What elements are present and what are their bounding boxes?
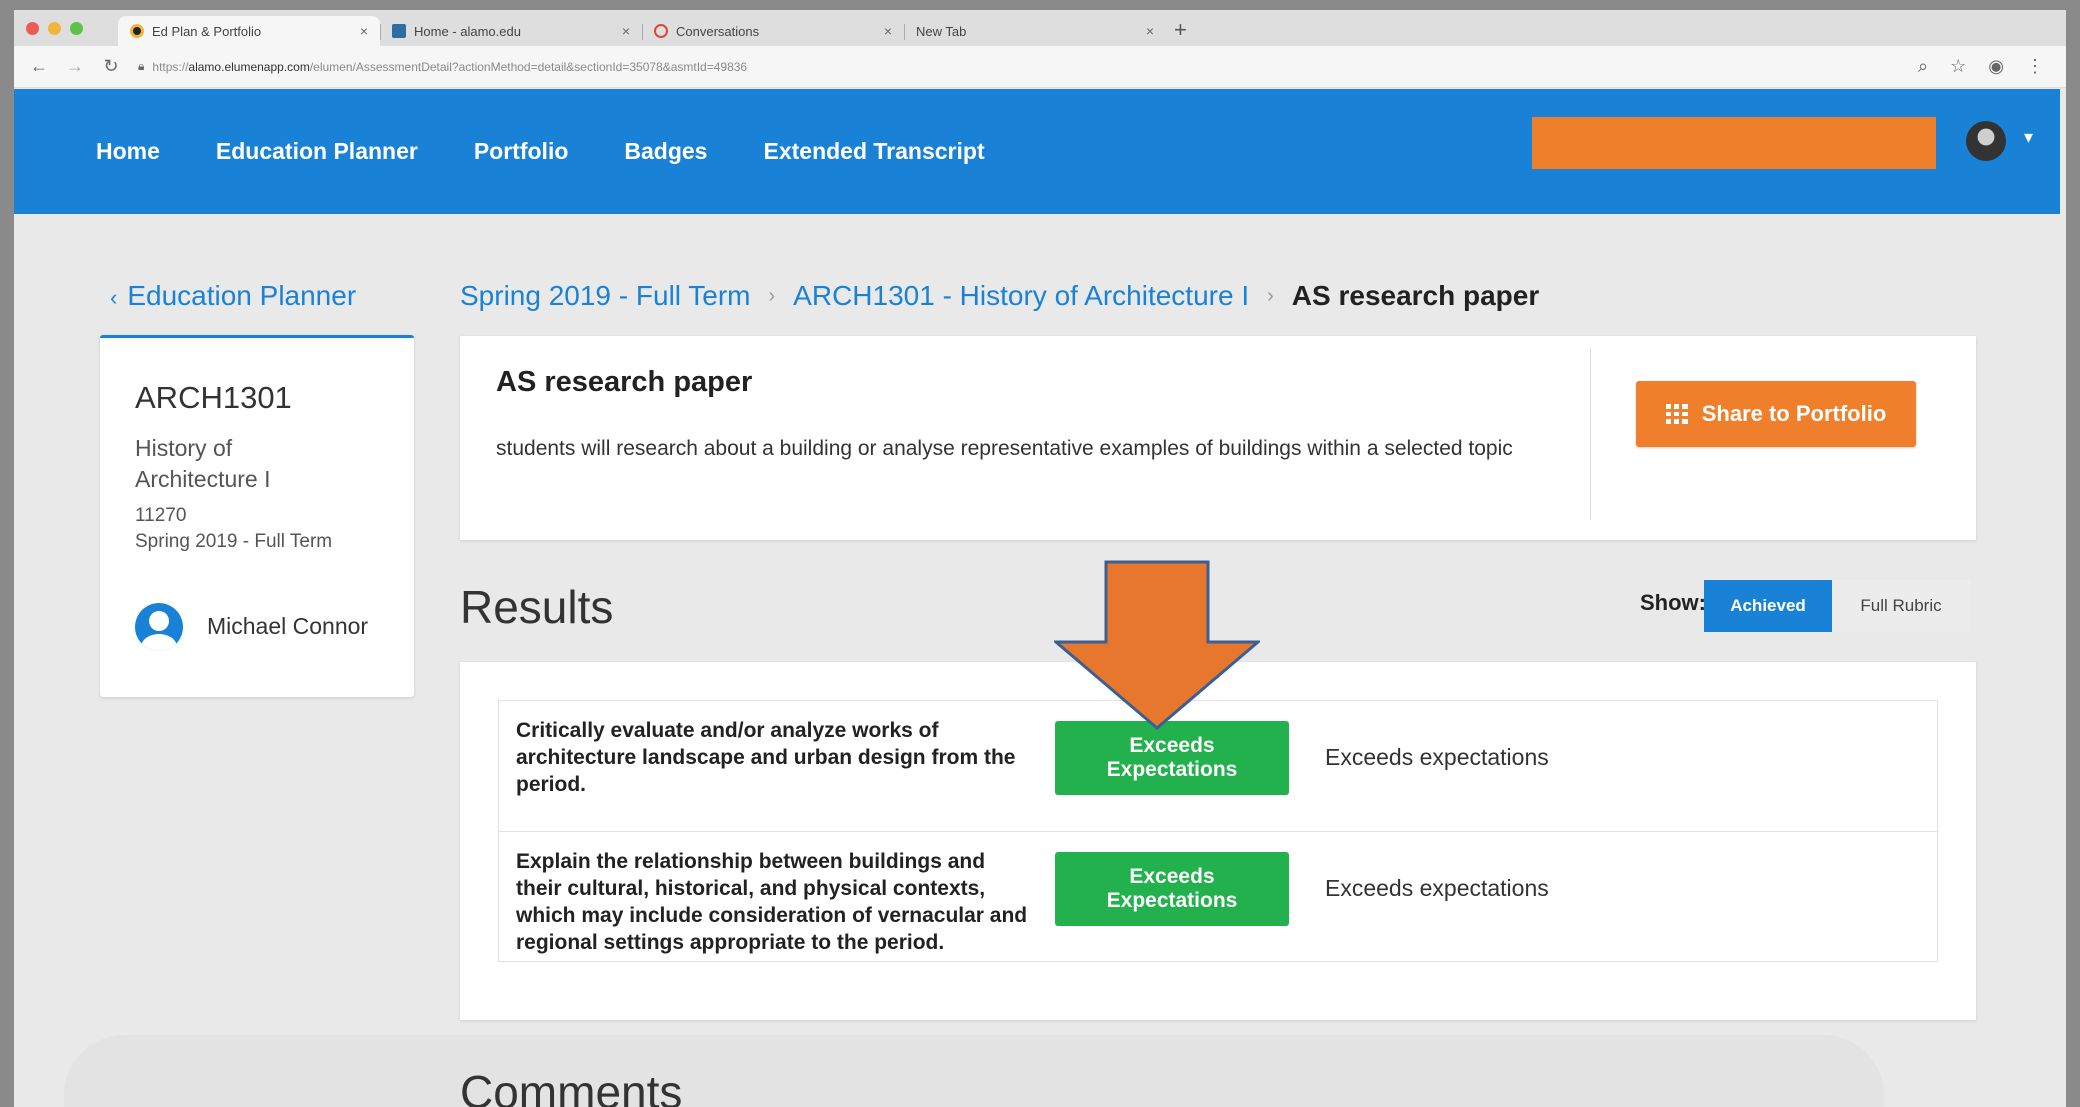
nav-home[interactable]: Home — [96, 138, 160, 165]
url-prefix: https:// — [152, 59, 189, 74]
results-view-toggle: Achieved Full Rubric — [1704, 580, 1970, 632]
url-path: /elumen/AssessmentDetail?actionMethod=de… — [309, 59, 748, 74]
close-tab-icon[interactable]: × — [622, 23, 630, 39]
chevron-down-icon[interactable]: ▾ — [2024, 127, 2033, 148]
address-bar-actions: ⌕ ☆ ◉ ⋮ — [1918, 56, 2044, 77]
chevron-right-icon: › — [1267, 284, 1274, 307]
close-tab-icon[interactable]: × — [884, 23, 892, 39]
browser-tab-home[interactable]: Home - alamo.edu × — [380, 16, 642, 46]
course-summary-card: ARCH1301 History of Architecture I 11270… — [100, 335, 414, 697]
comments-panel — [64, 1035, 1884, 1107]
nav-badges[interactable]: Badges — [624, 138, 707, 165]
breadcrumb-course-link[interactable]: ARCH1301 - History of Architecture I — [793, 280, 1249, 312]
tab-title: Ed Plan & Portfolio — [152, 23, 262, 39]
criterion-text: Explain the relationship between buildin… — [516, 850, 1028, 954]
ed-plan-favicon-icon — [130, 24, 144, 38]
chevron-right-icon: › — [768, 284, 776, 307]
toggle-achieved[interactable]: Achieved — [1704, 580, 1832, 632]
level-badge: Exceeds Expectations — [1055, 721, 1289, 795]
criterion-text: Critically evaluate and/or analyze works… — [516, 719, 1016, 796]
conversations-favicon-icon — [654, 24, 668, 38]
url-field[interactable]: 🔒︎ https:// alamo.elumenapp.com /elumen/… — [138, 59, 1918, 74]
close-tab-icon[interactable]: × — [1146, 23, 1154, 39]
profile-icon[interactable]: ◉ — [1988, 56, 2004, 77]
breadcrumb: Spring 2019 - Full Term › ARCH1301 - His… — [460, 280, 1539, 312]
tab-title: Home - alamo.edu — [414, 23, 521, 39]
browser-tab-conversations[interactable]: Conversations × — [642, 16, 904, 46]
forward-arrow-icon[interactable]: → — [64, 56, 86, 77]
zoom-icon[interactable]: ⌕ — [1918, 56, 1928, 77]
chevron-left-icon: ‹ — [110, 285, 118, 310]
toggle-full-rubric[interactable]: Full Rubric — [1832, 580, 1970, 632]
maximize-window-button[interactable] — [70, 21, 83, 35]
browser-address-bar: ← → ↻ 🔒︎ https:// alamo.elumenapp.com /e… — [14, 46, 2066, 88]
grid-icon — [1665, 404, 1688, 424]
nav-education-planner[interactable]: Education Planner — [216, 138, 418, 165]
close-window-button[interactable] — [26, 21, 39, 35]
comments-heading: Comments — [460, 1066, 683, 1107]
bookmark-star-icon[interactable]: ☆ — [1950, 56, 1966, 77]
tab-title: Conversations — [676, 23, 760, 39]
annotation-arrow-icon — [1054, 560, 1260, 730]
person-icon — [135, 603, 183, 651]
url-host: alamo.elumenapp.com — [188, 59, 310, 74]
level-description: Exceeds expectations — [1325, 875, 1549, 901]
app-header: Home Education Planner Portfolio Badges … — [14, 89, 2060, 214]
user-avatar[interactable] — [1966, 121, 2006, 161]
assessment-description: students will research about a building … — [496, 437, 1513, 460]
student-name: Michael Connor — [207, 613, 369, 639]
alamo-favicon-icon — [392, 24, 406, 38]
nav-extended-transcript[interactable]: Extended Transcript — [763, 138, 984, 165]
level-description: Exceeds expectations — [1325, 744, 1549, 770]
breadcrumb-current: AS research paper — [1291, 280, 1540, 311]
course-name: History of Architecture I — [135, 435, 271, 492]
back-link-label: Education Planner — [127, 280, 357, 311]
back-arrow-icon[interactable]: ← — [28, 56, 50, 77]
share-button-label: Share to Portfolio — [1701, 401, 1887, 426]
show-label: Show: — [1640, 590, 1706, 615]
section-number: 11270 — [135, 505, 187, 526]
screenshot-frame: Ed Plan & Portfolio × Home - alamo.edu ×… — [14, 10, 2066, 1107]
assessment-card: AS research paper students will research… — [460, 336, 1976, 540]
divider — [1590, 348, 1591, 520]
breadcrumb-term-link[interactable]: Spring 2019 - Full Term — [460, 280, 751, 312]
close-tab-icon[interactable]: × — [360, 23, 368, 39]
browser-tab-new[interactable]: New Tab × — [904, 16, 1166, 46]
new-tab-button[interactable]: + — [1174, 17, 1187, 43]
level-badge: Exceeds Expectations — [1055, 852, 1289, 926]
table-row: Explain the relationship between buildin… — [499, 831, 1937, 962]
minimize-window-button[interactable] — [48, 21, 61, 35]
results-table: Critically evaluate and/or analyze works… — [498, 700, 1938, 962]
back-to-education-planner-link[interactable]: ‹ Education Planner — [110, 280, 356, 312]
course-term: Spring 2019 - Full Term — [135, 531, 333, 552]
window-controls — [26, 21, 118, 35]
redacted-user-info — [1532, 117, 1936, 169]
reload-icon[interactable]: ↻ — [100, 56, 122, 77]
course-code: ARCH1301 — [135, 380, 292, 415]
menu-dots-icon[interactable]: ⋮ — [2026, 56, 2044, 77]
share-to-portfolio-button[interactable]: Share to Portfolio — [1636, 381, 1916, 447]
lock-icon: 🔒︎ — [138, 59, 145, 73]
tab-title: New Tab — [916, 23, 967, 39]
assessment-title: AS research paper — [496, 366, 753, 398]
browser-tab-bar: Ed Plan & Portfolio × Home - alamo.edu ×… — [14, 10, 2066, 46]
results-heading: Results — [460, 581, 614, 633]
nav-portfolio[interactable]: Portfolio — [474, 138, 569, 165]
browser-tab-ed-plan[interactable]: Ed Plan & Portfolio × — [118, 16, 380, 46]
